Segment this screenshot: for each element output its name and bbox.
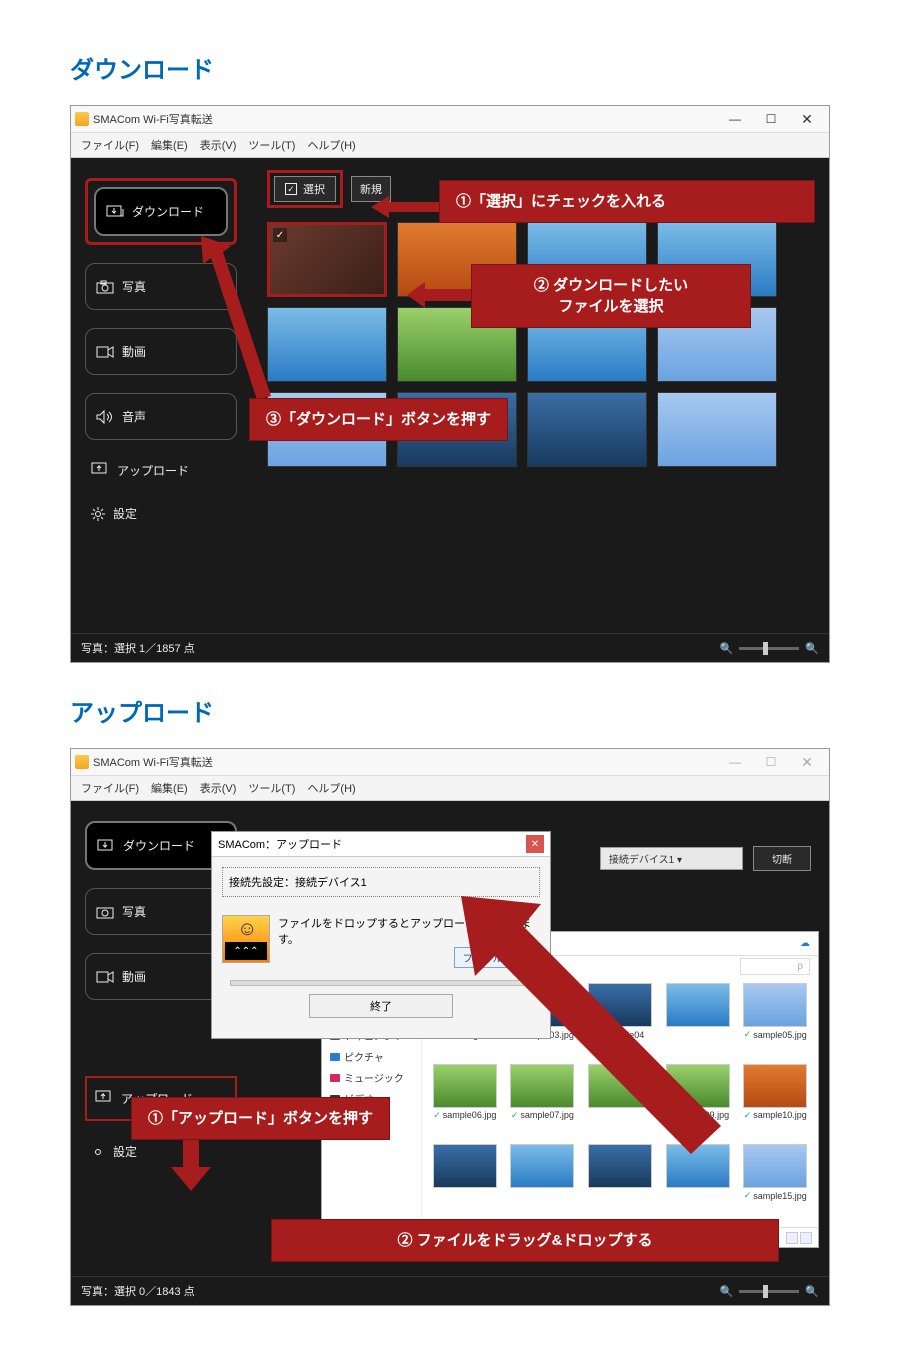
app-window-upload: SMACom Wi-Fi写真転送 — ☐ ✕ ファイル(F) 編集(E) 表示(…	[70, 748, 830, 1306]
zoom-out-icon[interactable]: 🔍	[720, 1285, 734, 1298]
menu-view[interactable]: 表示(V)	[194, 778, 243, 798]
select-checkbox[interactable]: ✓ 選択	[274, 176, 336, 202]
gear-icon	[91, 507, 105, 521]
menubar: ファイル(F) 編集(E) 表示(V) ツール(T) ヘルプ(H)	[71, 133, 829, 158]
checkbox-icon: ✓	[285, 183, 297, 195]
maximize-button[interactable]: ☐	[753, 108, 789, 130]
titlebar: SMACom Wi-Fi写真転送 — ☐ ✕	[71, 106, 829, 133]
section-upload-title: アップロード	[70, 693, 830, 728]
thumbnail-selected[interactable]: ✓	[267, 222, 387, 297]
connection-bar: 接続デバイス1 ▾ 切断	[600, 846, 811, 871]
callout-3: ③「ダウンロード」ボタンを押す	[249, 398, 508, 441]
main-area: ✓ 選択 新規 ✓	[251, 158, 829, 633]
nav-pictures[interactable]: ピクチャ	[328, 1046, 415, 1067]
video-label: 動画	[122, 343, 146, 360]
file-item[interactable]: ✓sample05.jpg	[738, 983, 812, 1060]
callout-upload-2: ② ファイルをドラッグ&ドロップする	[271, 1219, 779, 1262]
settings-link[interactable]: 設定	[85, 501, 237, 526]
zoom-control[interactable]: 🔍 🔍	[720, 642, 819, 655]
view-grid-icon[interactable]	[800, 1232, 812, 1244]
view-list-icon[interactable]	[786, 1232, 798, 1244]
menubar: ファイル(F) 編集(E) 表示(V) ツール(T) ヘルプ(H)	[71, 776, 829, 801]
menu-tools[interactable]: ツール(T)	[242, 135, 301, 155]
upload-link[interactable]: アップロード	[85, 458, 237, 483]
disconnect-button[interactable]: 切断	[753, 846, 811, 871]
zoom-in-icon[interactable]: 🔍	[805, 1285, 819, 1298]
status-text: 写真：選択 1／1857 点	[81, 640, 195, 656]
status-text: 写真：選択 0／1843 点	[81, 1283, 195, 1299]
statusbar: 写真：選択 1／1857 点 🔍 🔍	[71, 633, 829, 662]
app-window-download: SMACom Wi-Fi写真転送 — ☐ ✕ ファイル(F) 編集(E) 表示(…	[70, 105, 830, 663]
menu-edit[interactable]: 編集(E)	[145, 778, 194, 798]
camera-icon	[96, 905, 114, 919]
file-item[interactable]: ✓sample10.jpg	[738, 1064, 812, 1141]
cloud-icon[interactable]: ☁	[800, 938, 810, 949]
window-title: SMACom Wi-Fi写真転送	[93, 754, 213, 770]
select-checkbox-highlight: ✓ 選択	[267, 170, 343, 208]
window-title: SMACom Wi-Fi写真転送	[93, 111, 213, 127]
statusbar: 写真：選択 0／1843 点 🔍 🔍	[71, 1276, 829, 1305]
section-download-title: ダウンロード	[70, 50, 830, 85]
minimize-button[interactable]: —	[717, 751, 753, 773]
gear-icon	[91, 1145, 105, 1159]
device-select[interactable]: 接続デバイス1 ▾	[600, 847, 743, 870]
callout-1: ①「選択」にチェックを入れる	[439, 180, 815, 223]
minimize-button[interactable]: —	[717, 108, 753, 130]
video-label: 動画	[122, 968, 146, 985]
nav-music[interactable]: ミュージック	[328, 1067, 415, 1088]
dialog-close-button[interactable]: ✕	[526, 835, 544, 853]
menu-edit[interactable]: 編集(E)	[145, 135, 194, 155]
connection-label: 接続先設定：接続デバイス1	[222, 867, 540, 897]
file-item[interactable]: ✓sample15.jpg	[738, 1144, 812, 1221]
select-label: 選択	[303, 181, 325, 197]
upload-icon	[91, 462, 109, 479]
menu-help[interactable]: ヘルプ(H)	[301, 778, 361, 798]
callout-2: ② ダウンロードしたいファイルを選択	[471, 264, 751, 328]
maximize-button[interactable]: ☐	[753, 751, 789, 773]
settings-label: 設定	[113, 505, 137, 522]
thumbnail[interactable]	[527, 392, 647, 467]
photo-label: 写真	[122, 278, 146, 295]
zoom-in-icon[interactable]: 🔍	[805, 642, 819, 655]
download-button[interactable]: ダウンロード	[94, 187, 228, 236]
app-icon	[75, 755, 89, 769]
upload-icon	[95, 1090, 113, 1107]
close-button[interactable]: ✕	[789, 751, 825, 773]
end-button[interactable]: 終了	[309, 994, 453, 1018]
download-label: ダウンロード	[123, 837, 195, 854]
app-icon	[75, 112, 89, 126]
audio-label: 音声	[122, 408, 146, 425]
video-icon	[96, 345, 114, 359]
menu-view[interactable]: 表示(V)	[194, 135, 243, 155]
dialog-title-text: SMACom：アップロード	[218, 836, 342, 852]
download-icon	[106, 205, 124, 219]
menu-file[interactable]: ファイル(F)	[75, 778, 145, 798]
zoom-out-icon[interactable]: 🔍	[720, 642, 734, 655]
camera-icon	[96, 280, 114, 294]
app-logo-icon: ⌃⌃⌃	[222, 915, 270, 963]
menu-tools[interactable]: ツール(T)	[242, 778, 301, 798]
download-highlight: ダウンロード	[85, 178, 237, 245]
titlebar: SMACom Wi-Fi写真転送 — ☐ ✕	[71, 749, 829, 776]
settings-label: 設定	[113, 1143, 137, 1160]
menu-file[interactable]: ファイル(F)	[75, 135, 145, 155]
callout-upload-1: ①「アップロード」ボタンを押す	[131, 1097, 390, 1140]
speaker-icon	[96, 410, 114, 424]
zoom-control[interactable]: 🔍 🔍	[720, 1285, 819, 1298]
menu-help[interactable]: ヘルプ(H)	[301, 135, 361, 155]
download-label: ダウンロード	[132, 203, 204, 220]
close-button[interactable]: ✕	[789, 108, 825, 130]
explorer-search[interactable]: ρ	[740, 958, 810, 975]
thumbnail[interactable]	[657, 392, 777, 467]
photo-label: 写真	[122, 903, 146, 920]
video-icon	[96, 970, 114, 984]
upload-link-label: アップロード	[117, 462, 189, 479]
settings-link[interactable]: 設定	[85, 1139, 237, 1164]
thumbnail[interactable]	[267, 307, 387, 382]
download-icon	[97, 839, 115, 853]
